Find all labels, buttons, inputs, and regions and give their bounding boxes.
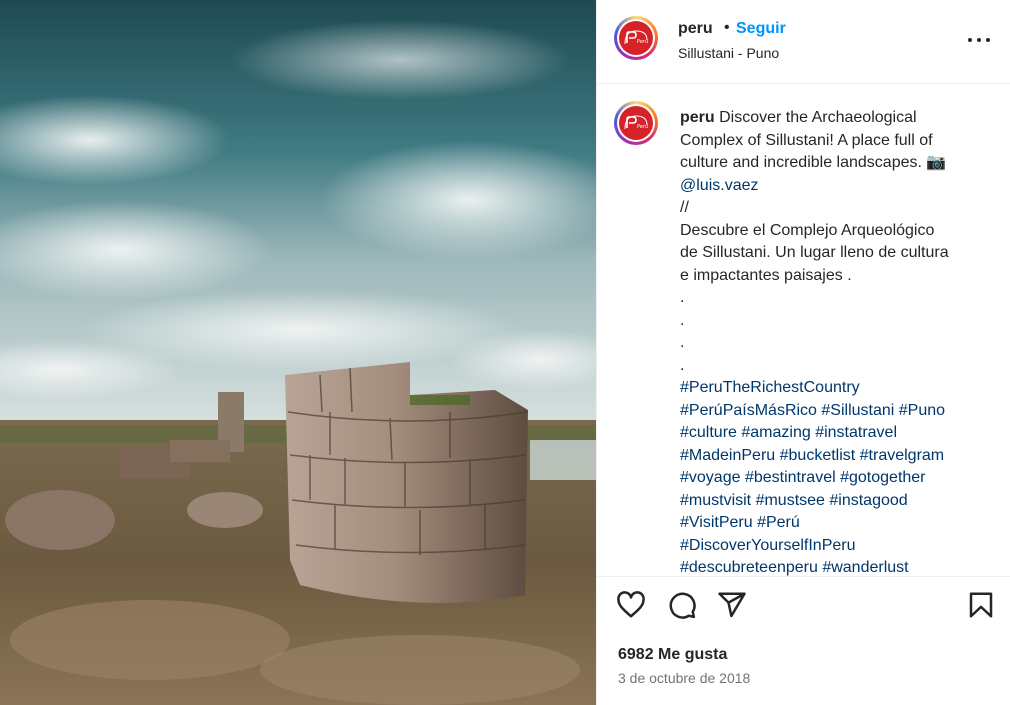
caption-line: .	[680, 334, 685, 351]
caption-line: Complex of Sillustani! A place full of	[680, 131, 933, 149]
hashtag-line[interactable]: #VisitPeru #Perú	[680, 512, 990, 535]
caption-text: peru Discover the Archaeological Complex…	[680, 107, 990, 576]
caption-username[interactable]: peru	[680, 109, 715, 126]
svg-text:Perú: Perú	[637, 123, 648, 130]
action-bar	[597, 590, 1010, 630]
post-photo[interactable]	[0, 0, 596, 705]
svg-text:Perú: Perú	[637, 38, 648, 45]
comment-icon[interactable]	[667, 590, 699, 622]
caption-line: .	[680, 311, 685, 329]
caption-line: .	[680, 356, 685, 374]
username[interactable]: peru	[678, 20, 713, 38]
more-options-icon[interactable]	[967, 30, 993, 50]
hashtag-line[interactable]: #descubreteenperu #wanderlust	[680, 557, 990, 576]
caption-area: Perú peru Discover the Archaeological Co…	[597, 85, 1010, 577]
post-header: Perú peru • Seguir Sillustani - Puno	[597, 0, 1010, 84]
caption-avatar[interactable]: Perú	[614, 101, 658, 145]
post-side-panel: Perú peru • Seguir Sillustani - Puno Per…	[596, 0, 1010, 705]
mention-link[interactable]: @luis.vaez	[680, 175, 990, 198]
caption-line: de Sillustani. Un lugar lleno de cultura	[680, 244, 949, 261]
caption-line: Descubre el Complejo Arqueológico	[680, 221, 935, 239]
avatar[interactable]: Perú	[614, 16, 658, 60]
caption-line: //	[680, 199, 689, 216]
peru-logo-icon: Perú	[624, 115, 648, 130]
hashtag-line[interactable]: #PeruTheRichestCountry	[680, 377, 990, 400]
heart-icon[interactable]	[616, 590, 648, 622]
hashtag-line[interactable]: #DiscoverYourselfInPeru	[680, 535, 990, 558]
location-link[interactable]: Sillustani - Puno	[678, 45, 779, 61]
caption-line: .	[680, 289, 685, 306]
hashtag-line[interactable]: #MadeinPeru #bucketlist #travelgram	[680, 445, 990, 468]
hashtag-line[interactable]: #PerúPaísMásRico #Sillustani #Puno	[680, 400, 990, 423]
hashtag-line[interactable]: #culture #amazing #instatravel	[680, 422, 990, 445]
hashtag-line[interactable]: #voyage #bestintravel #gotogether	[680, 467, 990, 490]
peru-logo-icon: Perú	[624, 30, 648, 45]
post-date[interactable]: 3 de octubre de 2018	[618, 670, 750, 686]
follow-button[interactable]: Seguir	[736, 20, 786, 38]
hashtag-line[interactable]: #mustvisit #mustsee #instagood	[680, 490, 990, 513]
caption-line: culture and incredible landscapes. 📷	[680, 154, 947, 171]
caption-line: peru Discover the Archaeological	[680, 109, 917, 126]
likes-count[interactable]: 6982 Me gusta	[618, 646, 727, 664]
caption-line: e impactantes paisajes .	[680, 266, 852, 284]
share-icon[interactable]	[717, 590, 749, 622]
separator-dot: •	[724, 19, 730, 36]
bookmark-icon[interactable]	[966, 590, 998, 622]
